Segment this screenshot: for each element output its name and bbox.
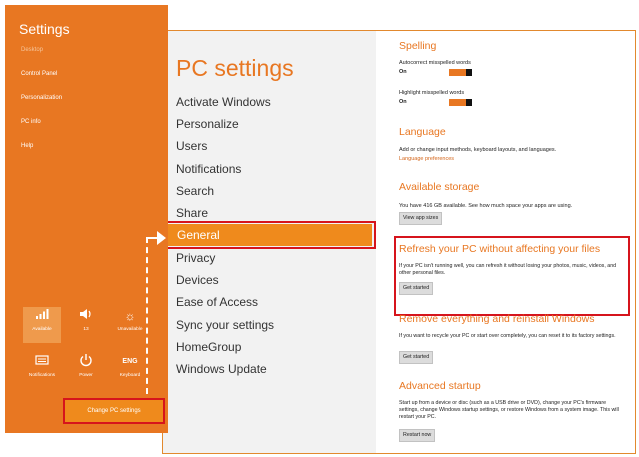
charm-link-control-panel[interactable]: Control Panel — [21, 71, 57, 77]
volume-tile[interactable]: 13 — [67, 307, 105, 343]
volume-icon — [67, 307, 105, 325]
notifications-icon — [23, 353, 61, 371]
power-icon — [67, 353, 105, 371]
charm-link-desktop[interactable]: Desktop — [21, 47, 43, 53]
arrow-dashed-line — [146, 237, 148, 394]
brightness-tile[interactable]: ☼ Unavailable — [111, 307, 149, 343]
power-tile[interactable]: Power — [67, 353, 105, 389]
language-desc: Add or change input methods, keyboard la… — [399, 147, 557, 153]
language-title: Language — [399, 126, 446, 138]
nav-sync-settings[interactable]: Sync your settings — [176, 318, 274, 332]
charm-link-help[interactable]: Help — [21, 143, 33, 149]
highlight-toggle[interactable] — [449, 99, 472, 106]
autocorrect-value: On — [399, 69, 407, 75]
view-app-sizes-button[interactable]: View app sizes — [399, 212, 443, 225]
reinstall-get-started-button[interactable]: Get started — [399, 351, 434, 364]
storage-desc: You have 416 GB available. See how much … — [399, 203, 573, 209]
autocorrect-toggle[interactable] — [449, 69, 472, 76]
advanced-startup-desc: Start up from a device or disc (such as … — [399, 400, 619, 420]
language-preferences-link[interactable]: Language preferences — [399, 156, 454, 162]
nav-homegroup[interactable]: HomeGroup — [176, 340, 241, 354]
keyboard-tile[interactable]: ENG Keyboard — [111, 353, 149, 389]
spelling-title: Spelling — [399, 40, 437, 52]
pc-settings-window: PC settings Activate Windows Personalize… — [162, 30, 636, 454]
highlight-value: On — [399, 99, 407, 105]
power-label: Power — [79, 373, 93, 378]
nav-windows-update[interactable]: Windows Update — [176, 362, 267, 376]
network-icon — [23, 307, 61, 325]
general-highlight-box — [163, 221, 376, 249]
nav-search[interactable]: Search — [176, 184, 214, 198]
settings-charm: Settings Desktop Control Panel Personali… — [5, 5, 168, 433]
advanced-startup-title: Advanced startup — [399, 380, 481, 392]
keyboard-label: Keyboard — [119, 373, 141, 378]
nav-personalize[interactable]: Personalize — [176, 117, 239, 131]
nav-activate-windows[interactable]: Activate Windows — [176, 95, 271, 109]
storage-title: Available storage — [399, 181, 480, 193]
volume-label: 13 — [83, 327, 89, 332]
brightness-icon: ☼ — [124, 309, 136, 323]
network-tile[interactable]: Available — [23, 307, 61, 343]
nav-users[interactable]: Users — [176, 139, 207, 153]
nav-ease-of-access[interactable]: Ease of Access — [176, 295, 258, 309]
keyboard-icon: ENG — [122, 358, 138, 365]
nav-privacy[interactable]: Privacy — [176, 251, 215, 265]
nav-share[interactable]: Share — [176, 206, 208, 220]
notifications-label: Notifications — [28, 373, 56, 378]
reinstall-desc: If you want to recycle your PC or start … — [399, 333, 616, 339]
restart-now-button[interactable]: Restart now — [399, 429, 436, 442]
page-title: PC settings — [176, 55, 294, 81]
charm-title: Settings — [19, 21, 70, 37]
autocorrect-label: Autocorrect misspelled words — [399, 60, 471, 66]
nav-devices[interactable]: Devices — [176, 273, 219, 287]
brightness-label: Unavailable — [117, 327, 143, 332]
change-pc-settings-button[interactable]: Change PC settings — [63, 398, 165, 424]
charm-link-pc-info[interactable]: PC info — [21, 119, 41, 125]
charm-link-personalization[interactable]: Personalization — [21, 95, 62, 101]
nav-notifications[interactable]: Notifications — [176, 162, 241, 176]
pc-settings-nav-pane: PC settings Activate Windows Personalize… — [163, 31, 376, 453]
refresh-desc: If your PC isn't running well, you can r… — [399, 263, 617, 276]
refresh-title: Refresh your PC without affecting your f… — [399, 243, 601, 255]
arrow-head-icon — [157, 231, 166, 245]
network-label: Available — [32, 327, 52, 332]
reinstall-title: Remove everything and reinstall Windows — [399, 313, 595, 325]
refresh-get-started-button[interactable]: Get started — [399, 282, 434, 295]
notifications-tile[interactable]: Notifications — [23, 353, 61, 389]
highlight-label: Highlight misspelled words — [399, 90, 465, 96]
